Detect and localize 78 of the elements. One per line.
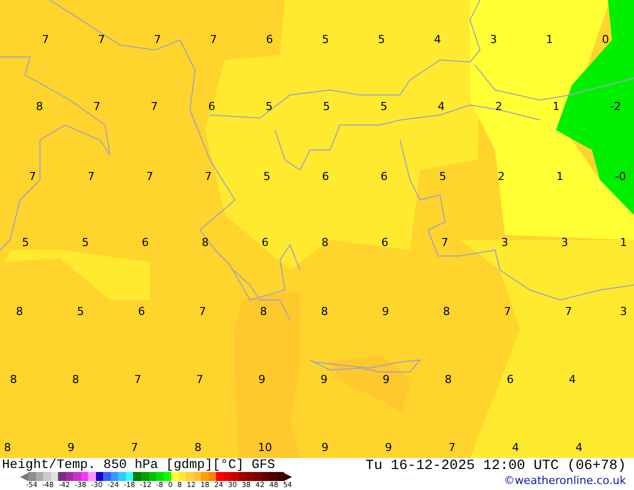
temperature-label: 5 [380,100,388,114]
temperature-label: 7 [504,305,511,319]
temperature-label: 7 [146,170,154,184]
temperature-label: 8 [322,236,328,250]
temperature-label: 7 [199,305,206,319]
temperature-label: 9 [382,305,389,319]
temperature-label: 6 [322,170,329,184]
temperature-label: 3 [620,305,627,319]
temperature-label: 1 [546,33,553,47]
temperature-label: 7 [448,441,456,455]
temperature-label: 9 [320,373,328,387]
temperature-label: 7 [134,373,142,387]
temperature-label: 6 [380,170,388,184]
temperature-label: 7 [131,441,138,455]
temperature-label: 9 [68,441,74,455]
temperature-label: 8 [444,373,452,387]
temperature-label: 7 [88,170,95,184]
chart-title: Height/Temp. 850 hPa [gdmp][°C] GFS [2,458,276,472]
temperature-label: 6 [506,373,514,387]
temperature-label: 8 [72,373,80,387]
temperature-label: 8 [16,305,23,319]
temperature-label: 0 [602,33,609,47]
temperature-label: 8 [10,373,17,387]
temperature-label: 4 [438,100,445,114]
temperature-label: 4 [512,441,519,455]
temperature-label: 10 [258,441,272,455]
temperature-label: 8 [260,305,267,319]
temperature-label: 7 [154,33,161,47]
temperature-label: 9 [322,441,328,455]
temperature-label: 3 [501,236,508,250]
temperature-label: 1 [620,236,627,250]
temperature-label: 2 [495,100,502,114]
temperature-label: 8 [4,441,11,455]
temperature-label: 5 [263,170,270,184]
temperature-label: 7 [210,33,217,47]
temperature-label: 8 [36,100,43,114]
temperature-label: 5 [322,33,329,47]
temperature-label: 2 [498,170,505,184]
temperature-label: 7 [98,33,105,47]
temperature-label: 5 [77,305,84,319]
temperature-label: 5 [378,33,385,47]
temperature-label: 8 [443,305,450,319]
temperature-label: 5 [266,100,273,114]
temperature-label: 8 [194,441,202,455]
temperature-label: 6 [208,100,216,114]
valid-time: Tu 16-12-2025 12:00 UTC (06+78) [366,458,626,474]
temperature-label: -0 [615,170,626,184]
temperature-label: 4 [568,373,576,387]
temperature-label: 7 [196,373,204,387]
temperature-label: 6 [142,236,149,250]
temperature-label: 4 [434,33,441,47]
temperature-label: 5 [22,236,29,250]
temperature-label: 7 [204,170,212,184]
temperature-label: 5 [439,170,446,184]
temperature-label: 3 [561,236,568,250]
temperature-label: 9 [385,441,392,455]
temperature-label: 6 [381,236,388,250]
temperature-label: 6 [262,236,269,250]
temperature-label: 6 [138,305,145,319]
temperature-label: 9 [258,373,266,387]
temperature-label: 3 [490,33,497,47]
temperature-label: 8 [321,305,328,319]
temperature-label: 7 [565,305,572,319]
temperature-label: -2 [610,100,621,114]
temperature-label: 8 [202,236,209,250]
temperature-label: 5 [82,236,89,250]
temperature-label: 9 [382,373,390,387]
temperature-label: 1 [552,100,560,114]
temperature-label: 7 [42,33,49,47]
credit-link[interactable]: ©weatheronline.co.uk [504,474,626,488]
temperature-label: 7 [150,100,158,114]
temperature-label: 7 [29,170,36,184]
temperature-label: 7 [441,236,448,250]
temperature-label: 6 [266,33,273,47]
temperature-label: 4 [576,441,582,455]
temperature-label: 5 [323,100,330,114]
temperature-label: 1 [556,170,564,184]
temperature-label: 7 [93,100,100,114]
